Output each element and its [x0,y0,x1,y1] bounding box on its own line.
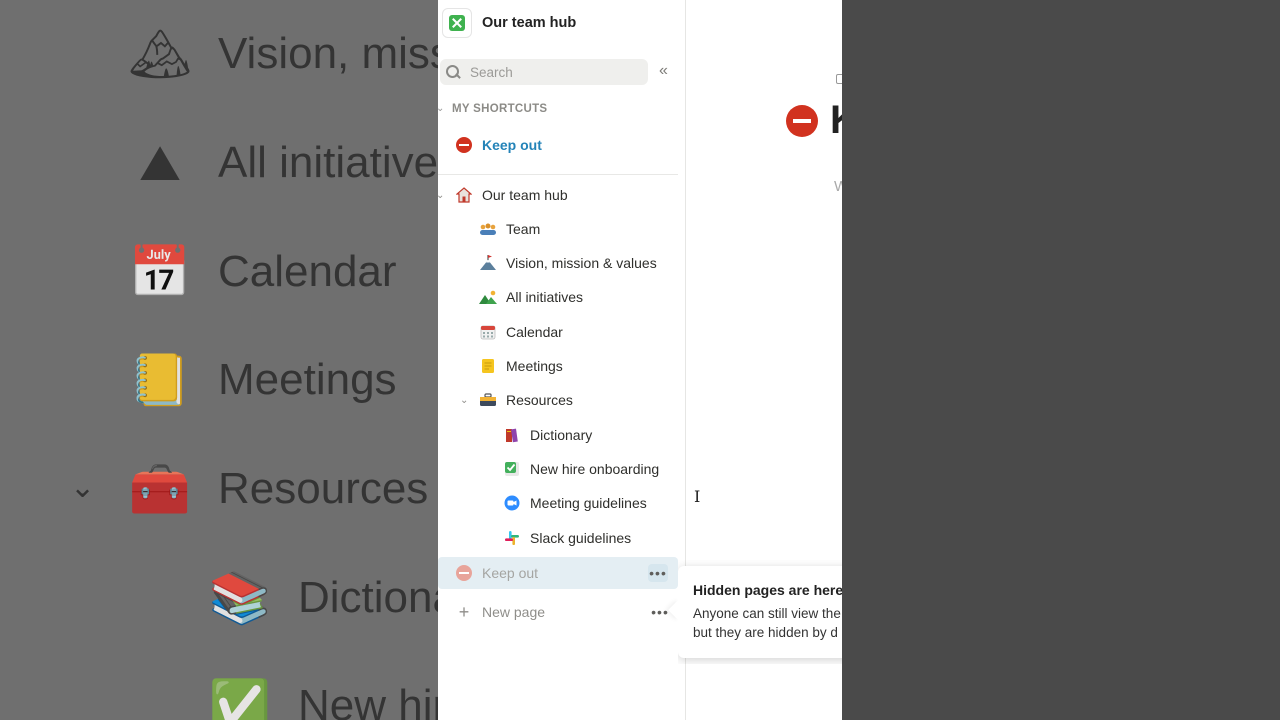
backdrop-label: New hir [298,681,438,720]
new-page-button[interactable]: + New page ••• [438,596,678,628]
tree-item-resources[interactable]: ⌄ Resources [438,384,678,416]
tree-item-dictionary[interactable]: Dictionary [438,419,678,451]
checkbox-icon: ✅ [208,677,272,720]
backdrop-label: Calendar [218,247,397,296]
backdrop-row: 🧰 Resources [128,459,429,519]
backdrop-label: Dictiona [298,573,438,622]
toolbox-icon: 🧰 [128,460,192,517]
hidden-pages-tooltip: Hidden pages are here Anyone can still v… [678,566,842,658]
backdrop-label: Meetings [218,355,397,404]
tooltip-title: Hidden pages are here [693,582,842,598]
chevron-down-icon[interactable]: ⌄ [460,395,468,406]
chevron-down-icon[interactable]: ⌄ [436,103,444,114]
tree-item-meeting-guidelines[interactable]: Meeting guidelines [438,487,678,519]
page-icon-small [836,74,842,84]
tooltip-line: Anyone can still view the [693,606,841,621]
tree-item-new-hire-onboarding[interactable]: New hire onboarding [438,453,678,485]
more-options-icon[interactable]: ••• [650,603,670,621]
shortcut-item-keep-out[interactable]: Keep out [438,129,678,161]
tree-item-label: All initiatives [506,289,584,305]
tree-item-slack-guidelines[interactable]: Slack guidelines [438,522,678,554]
notepad-icon [479,357,497,375]
backdrop-label: All initiative [218,138,438,187]
tree-item-label: Team [506,221,541,237]
slack-icon [503,529,521,547]
workspace-title: Our team hub [482,15,577,31]
no-entry-icon [455,564,473,582]
chevron-down-icon[interactable]: ⌄ [436,190,444,201]
backdrop-row: ✅ New hir [208,676,438,720]
tree-item-label: Our team hub [482,187,568,203]
mountain-flag-icon [479,254,497,272]
tree-item-vision[interactable]: Vision, mission & values [438,247,678,279]
tree-item-label: Meetings [506,358,563,374]
chevron-down-icon: ⌄ [70,471,96,504]
blurred-backdrop-right [842,0,1280,720]
calendar-icon [479,323,497,341]
hidden-item-keep-out[interactable]: Keep out ••• [438,557,678,589]
calendar-icon: 📅 [128,243,192,300]
landscape-icon [479,288,497,306]
tree-item-our-team-hub[interactable]: ⌄ Our team hub [436,179,678,211]
tooltip-body: Anyone can still view the but they are h… [693,604,842,642]
plus-icon: + [458,601,470,622]
tree-item-label: Slack guidelines [530,530,632,546]
shortcuts-section-label[interactable]: MY SHORTCUTS [452,103,547,115]
backdrop-row: 📚 Dictiona [208,568,438,628]
tree-item-label: Meeting guidelines [530,495,647,511]
video-camera-icon [503,494,521,512]
divider [438,174,678,175]
tree-item-label: Resources [506,392,573,408]
tooltip-line: but they are hidden by d [693,625,838,640]
landscape-icon: ⛰ [139,134,181,191]
tree-item-calendar[interactable]: Calendar [438,316,678,348]
search-icon [446,65,460,79]
tree-item-label: Vision, mission & values [506,255,657,271]
checkbox-icon [503,460,521,478]
backdrop-row: 📒 Meetings [128,350,397,410]
house-icon [455,186,473,204]
new-page-label: New page [482,604,546,620]
text-cursor-icon: I [694,487,701,506]
toolbox-icon [479,391,497,409]
tooltip-clip: Hidden pages are here Anyone can still v… [678,560,842,664]
backdrop-label: Vision, miss [218,29,438,78]
tree-item-label: New hire onboarding [530,461,660,477]
no-entry-icon [455,136,473,154]
hidden-item-label: Keep out [482,565,539,581]
tree-item-team[interactable]: Team [438,213,678,245]
tree-item-meetings[interactable]: Meetings [438,350,678,382]
workspace-switcher[interactable]: Our team hub [442,6,576,40]
backdrop-row: 📅 Calendar [128,242,397,302]
notepad-icon: 📒 [128,351,192,408]
tree-item-label: Calendar [506,324,563,340]
backdrop-row: 🏔 Vision, miss [128,24,438,84]
search-bar[interactable] [440,59,648,85]
tree-item-label: Dictionary [530,427,593,443]
team-icon [479,220,497,238]
workspace-logo-icon [442,8,472,38]
search-input[interactable] [470,64,630,80]
tree-item-all-initiatives[interactable]: All initiatives [438,281,678,313]
shortcut-label: Keep out [482,137,542,153]
books-icon: 📚 [208,569,272,626]
mountain-flag-icon: 🏔 [128,25,192,82]
more-options-icon[interactable]: ••• [648,564,668,582]
blurred-backdrop-left: 🏔 Vision, miss ⛰ All initiative 📅 Calend… [0,0,438,720]
sidebar: Our team hub « ⌄ MY SHORTCUTS Keep out ⌄… [436,0,686,720]
books-icon [503,426,521,444]
no-entry-page-icon [786,105,818,137]
backdrop-row: ⛰ All initiative [130,133,438,193]
collapse-sidebar-icon[interactable]: « [659,62,668,80]
backdrop-label: Resources [218,464,429,513]
